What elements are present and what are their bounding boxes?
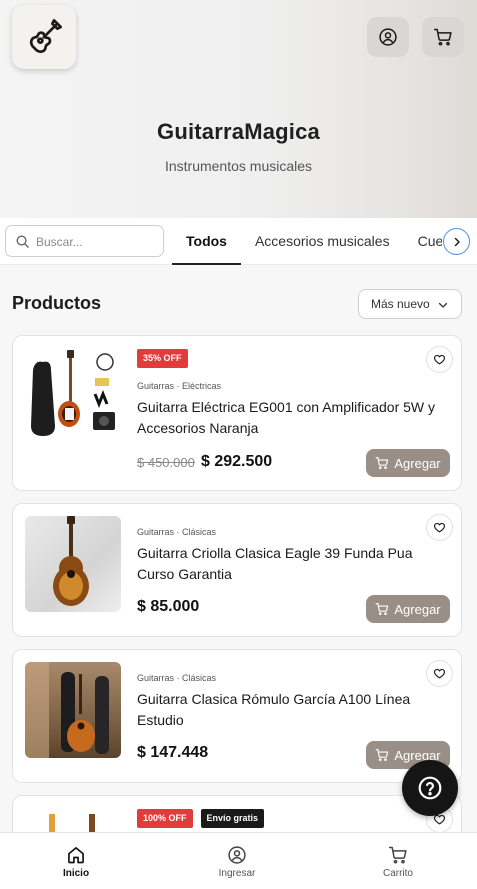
product-category: Guitarras · Clásicas [137,527,217,537]
cart-icon [375,749,389,762]
nav-label: Ingresar [218,868,256,879]
search-icon [16,235,29,248]
nav-inicio[interactable]: Inicio [16,833,136,889]
add-button-label: Agregar [394,455,441,471]
product-category: Guitarras · Eléctricas [137,381,222,391]
account-button[interactable] [367,17,409,57]
cart-icon [375,457,389,470]
header-hero: GuitarraMagica Instrumentos musicales [0,0,477,218]
nav-ingresar[interactable]: Ingresar [177,833,297,889]
user-circle-icon [228,846,246,864]
heart-icon [433,668,446,679]
cart-icon [375,603,389,616]
product-name[interactable]: Guitarra Clasica Rómulo García A100 Líne… [137,689,449,731]
home-icon [68,847,84,864]
heart-icon [433,354,446,365]
badge-group: 100% OFF Envío gratis [137,809,265,828]
user-circle-icon [379,28,397,46]
free-shipping-badge: Envío gratis [200,809,265,828]
bottom-navigation: Inicio Ingresar Carrito [0,832,477,889]
product-price: $ 147.448 [137,744,209,761]
logo[interactable] [12,5,76,69]
badge-group: 35% OFF [137,349,188,368]
nav-label: Inicio [62,868,90,879]
tab-accesorios[interactable]: Accesorios musicales [241,218,404,265]
add-to-cart-button[interactable]: Agregar [366,449,450,477]
help-icon [418,776,442,800]
product-card[interactable]: Guitarras · Clásicas Guitarra Criolla Cl… [12,503,462,637]
sort-label: Más nuevo [371,297,430,311]
help-button[interactable] [402,760,458,816]
heart-icon [433,522,446,533]
search-input[interactable] [36,232,156,252]
product-price: $ 292.500 [201,453,273,470]
products-heading: Productos [12,293,102,313]
product-price: $ 85.000 [137,598,200,615]
tab-cuerdas[interactable]: Cuerdas [404,218,442,265]
product-image [25,348,121,444]
cart-icon [433,28,452,46]
nav-label: Carrito [382,868,413,879]
category-tabs: TodosAccesorios musicalesCuerdas [172,218,442,265]
chevron-right-icon [454,237,460,246]
cart-button[interactable] [422,17,464,57]
cart-icon [388,846,407,864]
brand-tagline: Instrumentos musicales [164,158,313,174]
sort-select[interactable]: Más nuevo [358,289,462,319]
tab-todos[interactable]: Todos [172,218,241,265]
favorite-button[interactable] [426,346,453,373]
product-name[interactable]: Guitarra Criolla Clasica Eagle 39 Funda … [137,543,449,585]
add-to-cart-button[interactable]: Agregar [366,595,450,623]
guitar-icon [29,19,63,54]
product-name[interactable]: Guitarra Eléctrica EG001 con Amplificado… [137,397,449,439]
product-category: Guitarras · Clásicas [137,673,217,683]
nav-carrito[interactable]: Carrito [338,833,458,889]
search-box[interactable] [5,225,164,257]
product-image [25,662,121,758]
discount-badge: 35% OFF [137,349,188,368]
add-button-label: Agregar [394,601,441,617]
favorite-button[interactable] [426,514,453,541]
filter-bar: TodosAccesorios musicalesCuerdas [0,218,477,265]
discount-badge: 100% OFF [137,809,193,828]
product-old-price: $ 450.000 [137,455,195,470]
product-image [25,516,121,612]
favorite-button[interactable] [426,660,453,687]
brand-title: GuitarraMagica [157,119,320,144]
product-card[interactable]: Guitarras · Clásicas Guitarra Clasica Ró… [12,649,462,783]
chevron-down-icon [438,302,448,308]
product-card[interactable]: 35% OFF Guitarras · Eléctricas Guitarra … [12,335,462,491]
tabs-scroll-right-button[interactable] [443,228,470,255]
